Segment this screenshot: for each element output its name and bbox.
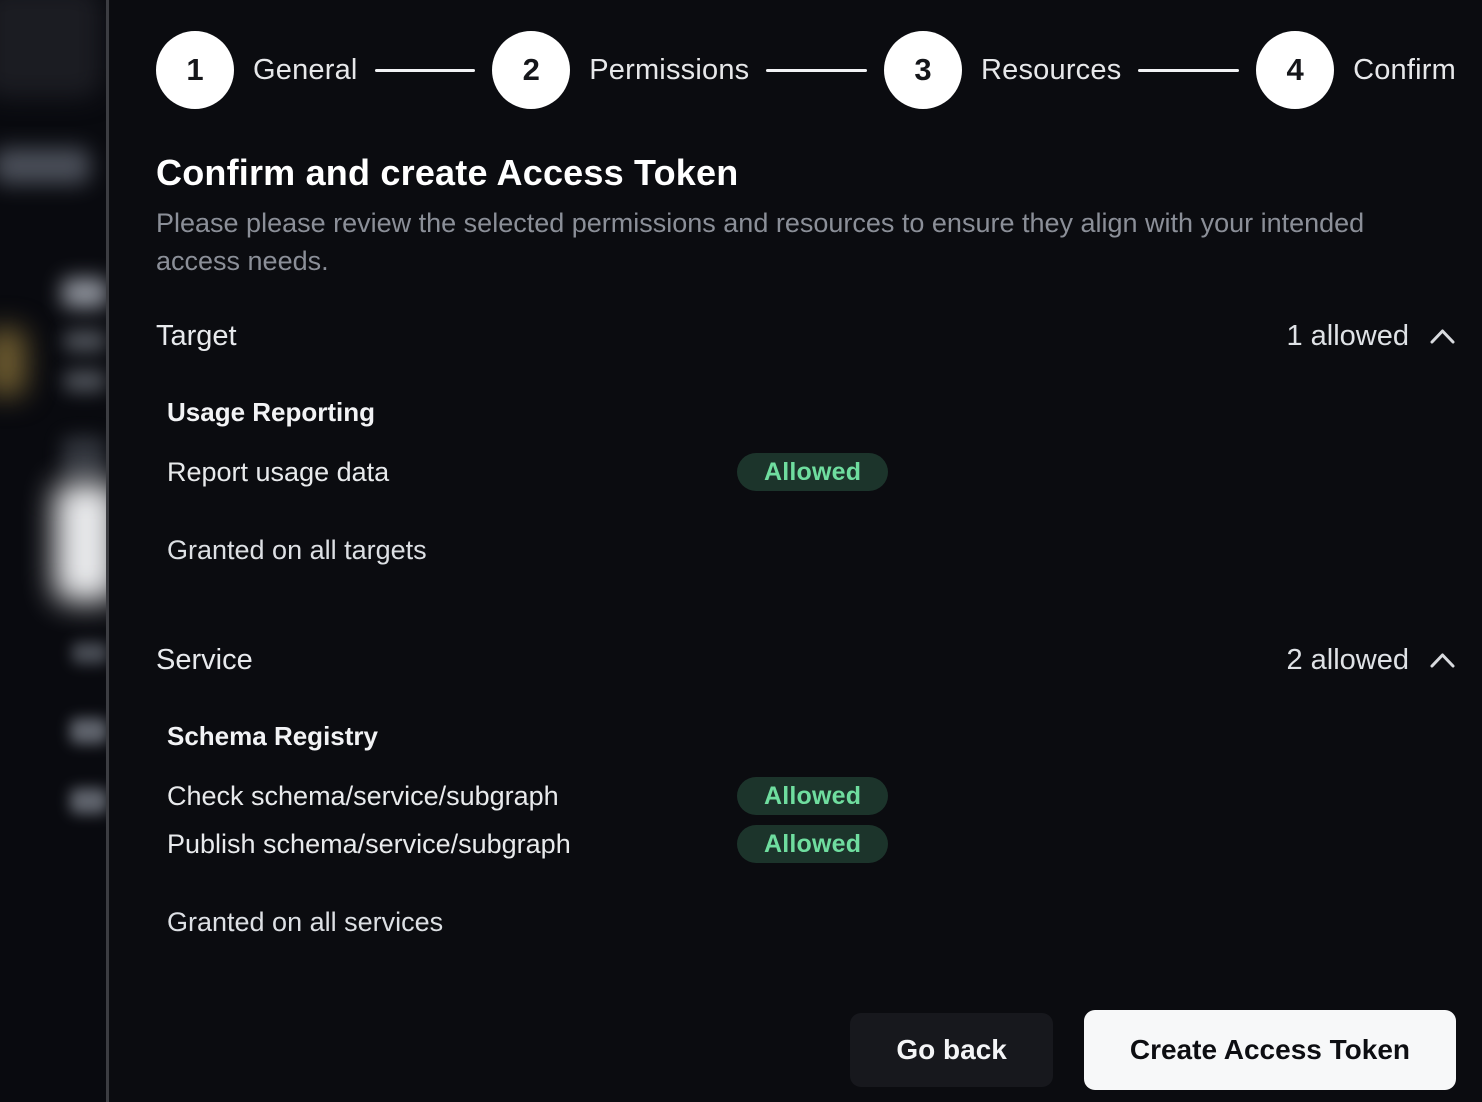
section-name: Target xyxy=(156,320,237,353)
blurred-text xyxy=(64,330,106,352)
granted-note: Granted on all targets xyxy=(156,535,1456,566)
step-confirm[interactable]: 4 Confirm xyxy=(1256,31,1456,109)
permission-row: Publish schema/service/subgraph Allowed xyxy=(167,825,1456,863)
chevron-up-icon xyxy=(1429,328,1456,345)
page-title: Confirm and create Access Token xyxy=(156,153,1456,193)
granted-note: Granted on all services xyxy=(156,907,1456,938)
step-number-badge: 2 xyxy=(492,31,570,109)
background-page xyxy=(0,0,106,1102)
create-access-token-drawer: 1 General 2 Permissions 3 Resources 4 Co… xyxy=(106,0,1482,1102)
blurred-text xyxy=(70,788,106,814)
step-label: General xyxy=(253,54,358,87)
status-badge: Allowed xyxy=(737,453,888,491)
step-number-badge: 1 xyxy=(156,31,234,109)
blurred-accent-blob xyxy=(0,328,26,396)
step-label: Confirm xyxy=(1353,54,1456,87)
allowed-count: 2 allowed xyxy=(1286,644,1409,677)
blurred-panel xyxy=(54,482,106,602)
permission-label: Publish schema/service/subgraph xyxy=(167,829,737,860)
section-service-collapse-toggle[interactable]: 2 allowed xyxy=(1286,644,1456,677)
blurred-icon xyxy=(62,436,106,480)
create-access-token-button[interactable]: Create Access Token xyxy=(1084,1010,1456,1090)
blurred-card xyxy=(0,0,102,98)
chevron-up-icon xyxy=(1429,652,1456,669)
step-connector xyxy=(766,69,867,72)
wizard-footer: Go back Create Access Token xyxy=(156,1010,1456,1090)
section-target-header: Target 1 allowed xyxy=(156,320,1456,353)
blurred-nav-label xyxy=(0,148,90,184)
blurred-text xyxy=(70,718,106,744)
step-number-badge: 3 xyxy=(884,31,962,109)
allowed-count: 1 allowed xyxy=(1286,320,1409,353)
step-permissions[interactable]: 2 Permissions xyxy=(492,31,749,109)
permission-row: Check schema/service/subgraph Allowed xyxy=(167,777,1456,815)
blurred-text xyxy=(64,370,106,392)
permission-label: Check schema/service/subgraph xyxy=(167,781,737,812)
step-number-badge: 4 xyxy=(1256,31,1334,109)
permission-group-title: Usage Reporting xyxy=(167,398,1456,426)
step-label: Resources xyxy=(981,54,1121,87)
permission-group-schema-registry: Schema Registry Check schema/service/sub… xyxy=(156,677,1456,863)
wizard-stepper: 1 General 2 Permissions 3 Resources 4 Co… xyxy=(156,31,1456,109)
section-target-collapse-toggle[interactable]: 1 allowed xyxy=(1286,320,1456,353)
step-resources[interactable]: 3 Resources xyxy=(884,31,1121,109)
step-label: Permissions xyxy=(589,54,749,87)
section-service-header: Service 2 allowed xyxy=(156,644,1456,677)
permission-group-title: Schema Registry xyxy=(167,722,1456,750)
permission-label: Report usage data xyxy=(167,457,737,488)
status-badge: Allowed xyxy=(737,777,888,815)
page-description: Please please review the selected permis… xyxy=(156,204,1396,280)
step-general[interactable]: 1 General xyxy=(156,31,358,109)
status-badge: Allowed xyxy=(737,825,888,863)
go-back-button[interactable]: Go back xyxy=(850,1013,1052,1087)
blurred-text xyxy=(62,278,106,308)
step-connector xyxy=(1138,69,1239,72)
permission-row: Report usage data Allowed xyxy=(167,453,1456,491)
step-connector xyxy=(375,69,476,72)
permission-group-usage-reporting: Usage Reporting Report usage data Allowe… xyxy=(156,353,1456,491)
blurred-text xyxy=(72,642,106,664)
section-name: Service xyxy=(156,644,253,677)
